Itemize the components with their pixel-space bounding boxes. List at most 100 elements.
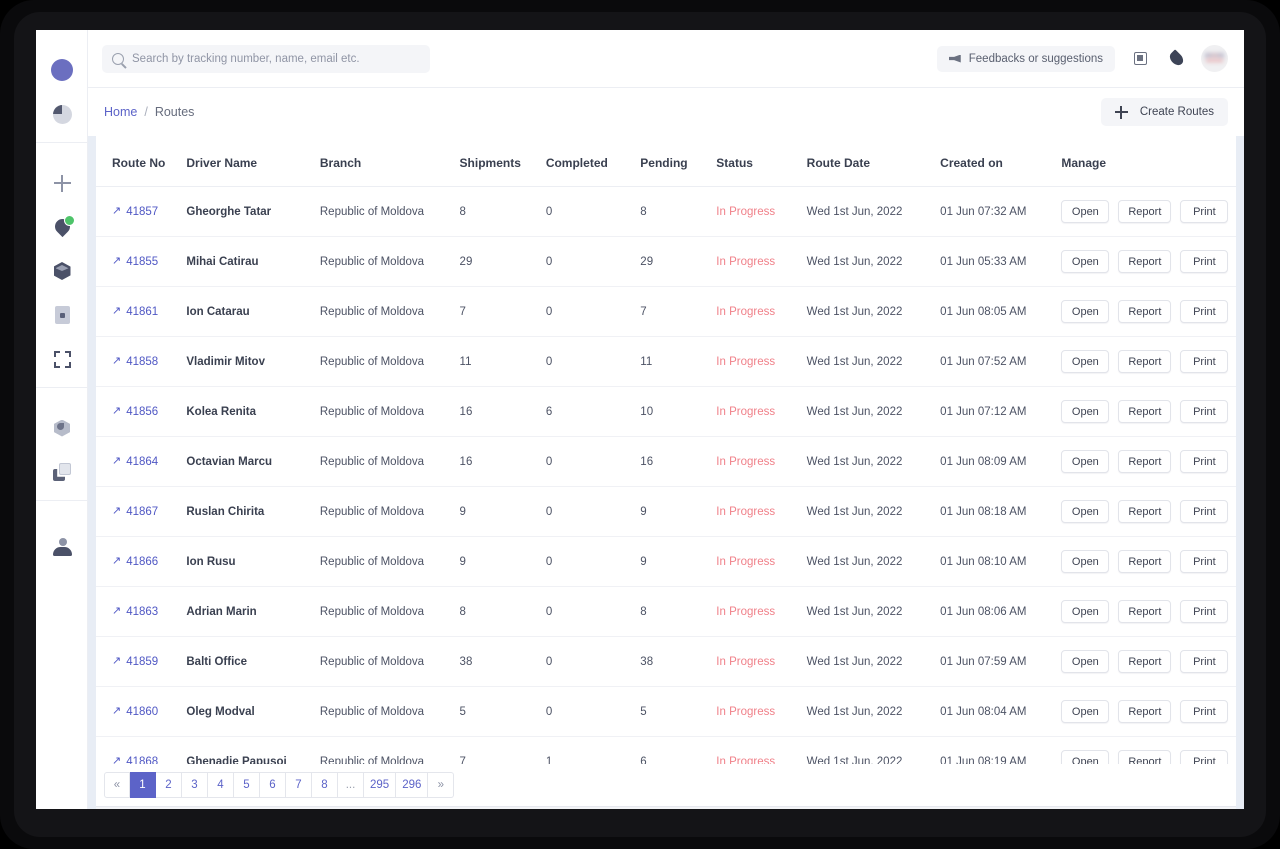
cell-route-no[interactable]: ↗ 41867: [96, 486, 187, 537]
report-button[interactable]: Report: [1118, 500, 1172, 523]
cell-route-no[interactable]: ↗ 41858: [96, 336, 187, 387]
print-button[interactable]: Print: [1180, 550, 1229, 573]
sidebar-item-documents[interactable]: [36, 293, 88, 337]
route-link[interactable]: ↗ 41867: [112, 506, 158, 518]
route-link[interactable]: ↗ 41863: [112, 606, 158, 618]
cell-route-no[interactable]: ↗ 41868: [96, 736, 187, 766]
cell-route-no[interactable]: ↗ 41860: [96, 686, 187, 737]
search-input[interactable]: [132, 52, 420, 65]
sidebar-item-tracking[interactable]: [36, 205, 88, 249]
cell-route-date: Wed 1st Jun, 2022: [806, 336, 941, 387]
route-link[interactable]: ↗ 41864: [112, 456, 158, 468]
sidebar-item-settings[interactable]: [36, 406, 88, 450]
pagination-next[interactable]: »: [428, 772, 455, 798]
sidebar-item-shipments[interactable]: [36, 249, 88, 293]
cell-status: In Progress: [716, 286, 807, 337]
open-button[interactable]: Open: [1061, 500, 1110, 523]
pagination-page-296[interactable]: 296: [396, 772, 429, 798]
cell-route-date: Wed 1st Jun, 2022: [806, 436, 941, 487]
sidebar-item-create[interactable]: [36, 161, 88, 205]
report-button[interactable]: Report: [1118, 400, 1172, 423]
cell-created-on: 01 Jun 07:52 AM: [940, 336, 1062, 387]
route-link[interactable]: ↗ 41858: [112, 356, 158, 368]
search-box[interactable]: [102, 44, 430, 73]
print-button[interactable]: Print: [1180, 400, 1229, 423]
open-button[interactable]: Open: [1061, 200, 1110, 223]
open-button[interactable]: Open: [1061, 650, 1110, 673]
report-button[interactable]: Report: [1118, 450, 1172, 473]
create-routes-button[interactable]: Create Routes: [1100, 98, 1228, 126]
cell-route-no[interactable]: ↗ 41861: [96, 286, 187, 337]
breadcrumb-home[interactable]: Home: [104, 105, 137, 119]
route-link[interactable]: ↗ 41857: [112, 206, 158, 218]
print-button[interactable]: Print: [1180, 250, 1229, 273]
cell-route-no[interactable]: ↗ 41863: [96, 586, 187, 637]
cell-route-no[interactable]: ↗ 41857: [96, 186, 187, 237]
pagination-page-3[interactable]: 3: [182, 772, 208, 798]
cell-created-on: 01 Jun 08:04 AM: [940, 686, 1062, 737]
report-button[interactable]: Report: [1118, 700, 1172, 723]
pagination-page-4[interactable]: 4: [208, 772, 234, 798]
report-button[interactable]: Report: [1118, 300, 1172, 323]
pagination-page-8[interactable]: 8: [312, 772, 338, 798]
open-button[interactable]: Open: [1061, 550, 1110, 573]
cell-route-no[interactable]: ↗ 41856: [96, 386, 187, 437]
print-button[interactable]: Print: [1180, 650, 1229, 673]
report-button[interactable]: Report: [1118, 550, 1172, 573]
sidebar-item-account[interactable]: [36, 525, 88, 569]
print-button[interactable]: Print: [1180, 450, 1229, 473]
pagination-page-2[interactable]: 2: [156, 772, 182, 798]
cell-route-no[interactable]: ↗ 41859: [96, 636, 187, 687]
cell-route-no[interactable]: ↗ 41866: [96, 536, 187, 587]
pagination-page-6[interactable]: 6: [260, 772, 286, 798]
horizontal-scrollbar[interactable]: ◀ ▶: [96, 806, 1236, 809]
col-status: Status: [716, 136, 807, 187]
open-button[interactable]: Open: [1061, 300, 1110, 323]
route-link[interactable]: ↗ 41860: [112, 706, 158, 718]
print-button[interactable]: Print: [1180, 600, 1229, 623]
flame-icon-button[interactable]: [1165, 48, 1187, 70]
pagination-page-1[interactable]: 1: [130, 772, 156, 798]
open-button[interactable]: Open: [1061, 700, 1110, 723]
pagination-page-5[interactable]: 5: [234, 772, 260, 798]
scrollbar-track[interactable]: [110, 806, 1222, 809]
cell-route-no[interactable]: ↗ 41864: [96, 436, 187, 487]
open-button[interactable]: Open: [1061, 350, 1110, 373]
scroll-right-arrow-icon[interactable]: ▶: [1222, 807, 1236, 810]
report-button[interactable]: Report: [1118, 600, 1172, 623]
sidebar-item-logo[interactable]: [36, 48, 88, 92]
route-link[interactable]: ↗ 41855: [112, 256, 158, 268]
sidebar-item-scan[interactable]: [36, 337, 88, 381]
sidebar-item-analytics[interactable]: [36, 92, 88, 136]
print-button[interactable]: Print: [1180, 200, 1229, 223]
cell-status: In Progress: [716, 436, 807, 487]
report-button[interactable]: Report: [1118, 200, 1172, 223]
print-button[interactable]: Print: [1180, 700, 1229, 723]
pagination-prev[interactable]: «: [104, 772, 130, 798]
report-button[interactable]: Report: [1118, 650, 1172, 673]
route-link[interactable]: ↗ 41866: [112, 556, 158, 568]
route-link[interactable]: ↗ 41859: [112, 656, 158, 668]
print-button[interactable]: Print: [1180, 500, 1229, 523]
report-button[interactable]: Report: [1118, 250, 1172, 273]
open-button[interactable]: Open: [1061, 600, 1110, 623]
duplicate-icon-button[interactable]: [1129, 48, 1151, 70]
document-icon: [54, 306, 70, 324]
pagination-page-7[interactable]: 7: [286, 772, 312, 798]
avatar[interactable]: [1201, 45, 1228, 72]
open-button[interactable]: Open: [1061, 400, 1110, 423]
scroll-left-arrow-icon[interactable]: ◀: [96, 807, 110, 810]
report-button[interactable]: Report: [1118, 350, 1172, 373]
pagination-page-295[interactable]: 295: [364, 772, 397, 798]
scrollbar-thumb[interactable]: [110, 808, 1078, 809]
print-button[interactable]: Print: [1180, 350, 1229, 373]
print-button[interactable]: Print: [1180, 300, 1229, 323]
open-button[interactable]: Open: [1061, 450, 1110, 473]
route-link[interactable]: ↗ 41861: [112, 306, 158, 318]
feedback-button[interactable]: Feedbacks or suggestions: [936, 45, 1115, 72]
sidebar-item-layers[interactable]: [36, 450, 88, 494]
route-link[interactable]: ↗ 41856: [112, 406, 158, 418]
search-icon: [112, 52, 124, 65]
cell-route-no[interactable]: ↗ 41855: [96, 236, 187, 287]
open-button[interactable]: Open: [1061, 250, 1110, 273]
